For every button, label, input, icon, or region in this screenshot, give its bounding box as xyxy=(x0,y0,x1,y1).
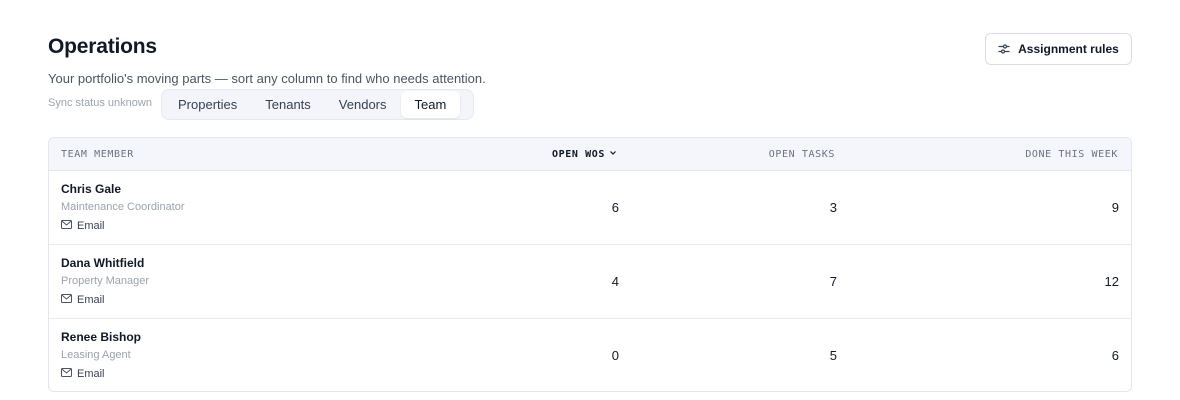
mail-icon xyxy=(61,220,72,232)
table-row: Dana Whitfield Property Manager Email 4 … xyxy=(49,245,1131,319)
open-tasks-value: 3 xyxy=(829,200,837,215)
done-this-week-value: 9 xyxy=(1111,200,1119,215)
email-link[interactable]: Email xyxy=(61,220,105,232)
email-label: Email xyxy=(77,294,105,306)
open-tasks-value: 5 xyxy=(829,348,837,363)
assignment-rules-button[interactable]: Assignment rules xyxy=(985,33,1132,65)
email-label: Email xyxy=(77,368,105,380)
open-wos-value: 6 xyxy=(611,200,619,215)
tab-vendors[interactable]: Vendors xyxy=(325,91,401,118)
table-row: Chris Gale Maintenance Coordinator Email… xyxy=(49,171,1131,245)
tab-tenants[interactable]: Tenants xyxy=(251,91,325,118)
done-this-week-value: 6 xyxy=(1111,348,1119,363)
email-link[interactable]: Email xyxy=(61,294,105,306)
mail-icon xyxy=(61,368,72,380)
team-table: TEAM MEMBER OPEN WOS OPEN TASKS DONE THI… xyxy=(48,137,1132,392)
email-link[interactable]: Email xyxy=(61,368,105,380)
mail-icon xyxy=(61,294,72,306)
column-header-open-tasks[interactable]: OPEN TASKS xyxy=(769,149,835,160)
member-name: Renee Bishop xyxy=(61,330,142,344)
page-title: Operations xyxy=(48,35,157,58)
tab-team[interactable]: Team xyxy=(400,91,461,118)
email-label: Email xyxy=(77,220,105,232)
open-tasks-value: 7 xyxy=(829,274,837,289)
column-header-done-this-week[interactable]: DONE THIS WEEK xyxy=(1025,149,1118,160)
sliders-icon xyxy=(998,43,1010,55)
page-subtitle: Your portfolio's moving parts — sort any… xyxy=(48,71,486,86)
table-row: Renee Bishop Leasing Agent Email 0 5 6 xyxy=(49,319,1131,391)
column-header-team-member: TEAM MEMBER xyxy=(61,149,134,160)
done-this-week-value: 12 xyxy=(1104,274,1119,289)
open-wos-value: 0 xyxy=(611,348,619,363)
assignment-rules-label: Assignment rules xyxy=(1018,42,1119,56)
tab-properties[interactable]: Properties xyxy=(164,91,251,118)
member-role: Property Manager xyxy=(61,275,150,287)
chevron-down-icon xyxy=(609,149,617,160)
column-header-open-wos-label: OPEN WOS xyxy=(552,149,605,160)
member-name: Chris Gale xyxy=(61,182,122,196)
table-header: TEAM MEMBER OPEN WOS OPEN TASKS DONE THI… xyxy=(49,138,1131,171)
sync-status: Sync status unknown xyxy=(48,97,152,109)
section-tabs: Properties Tenants Vendors Team xyxy=(161,89,474,120)
member-role: Maintenance Coordinator xyxy=(61,201,185,213)
member-name: Dana Whitfield xyxy=(61,256,145,270)
column-header-open-wos[interactable]: OPEN WOS xyxy=(552,149,617,160)
open-wos-value: 4 xyxy=(611,274,619,289)
member-role: Leasing Agent xyxy=(61,349,131,361)
